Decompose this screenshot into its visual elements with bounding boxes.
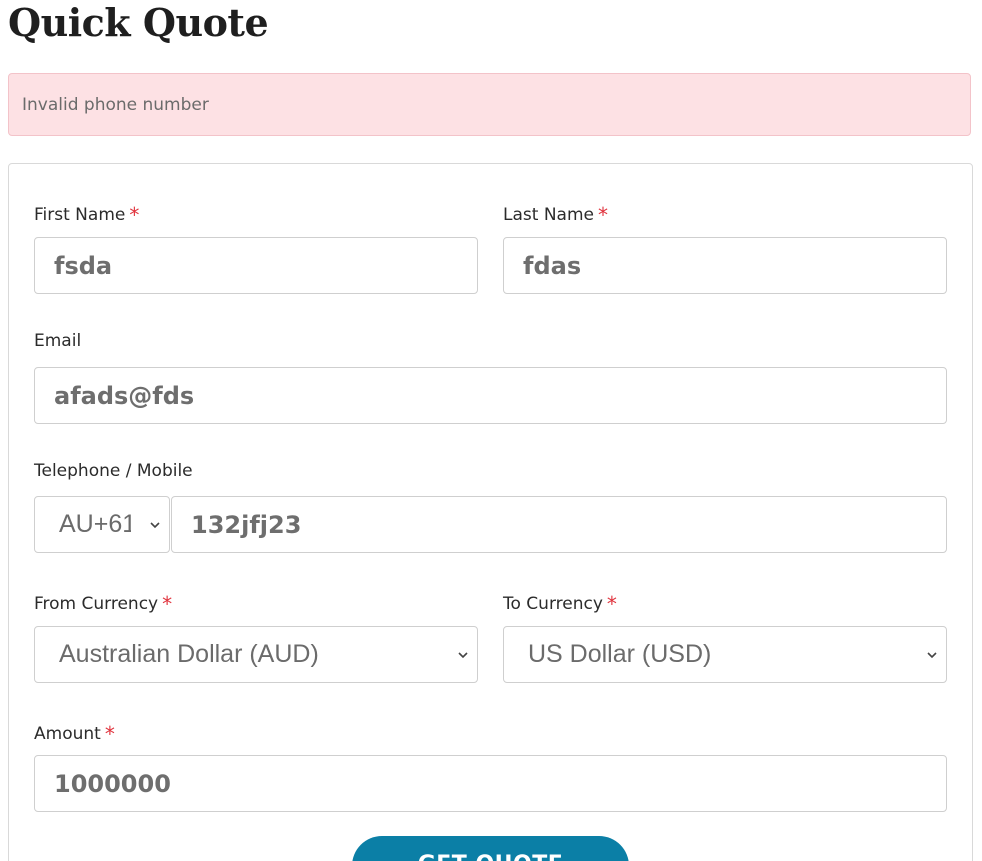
email-label-text: Email bbox=[34, 331, 82, 351]
first-name-value: fsda bbox=[54, 251, 113, 280]
first-name-label: First Name * bbox=[34, 201, 140, 227]
phone-value: 132jfj23 bbox=[191, 510, 302, 539]
amount-label: Amount * bbox=[34, 720, 115, 746]
email-value: afads@fds bbox=[54, 381, 195, 410]
from-currency-label-text: From Currency bbox=[34, 594, 159, 614]
last-name-value: fdas bbox=[523, 251, 582, 280]
required-mark: * bbox=[162, 592, 173, 616]
telephone-label: Telephone / Mobile bbox=[34, 461, 193, 481]
chevron-down-icon bbox=[458, 651, 468, 658]
required-mark: * bbox=[129, 203, 140, 227]
page-title: Quick Quote bbox=[8, 0, 269, 45]
telephone-label-text: Telephone / Mobile bbox=[34, 461, 193, 481]
to-currency-value: US Dollar (USD) bbox=[528, 640, 712, 668]
country-code-select[interactable]: AU+61 bbox=[34, 496, 170, 553]
to-currency-label-text: To Currency bbox=[503, 594, 603, 614]
from-currency-value: Australian Dollar (AUD) bbox=[59, 640, 319, 668]
last-name-input[interactable]: fdas bbox=[503, 237, 947, 294]
from-currency-select[interactable]: Australian Dollar (AUD) bbox=[34, 626, 478, 683]
last-name-label: Last Name * bbox=[503, 201, 608, 227]
email-label: Email bbox=[34, 331, 81, 351]
error-message: Invalid phone number bbox=[22, 94, 209, 115]
email-input[interactable]: afads@fds bbox=[34, 367, 947, 424]
required-mark: * bbox=[104, 722, 115, 746]
get-quote-button[interactable]: GET QUOTE bbox=[352, 836, 629, 861]
chevron-down-icon bbox=[927, 651, 937, 658]
required-mark: * bbox=[606, 592, 617, 616]
country-code-value: AU+61 bbox=[59, 510, 131, 538]
chevron-down-icon bbox=[150, 521, 160, 528]
first-name-input[interactable]: fsda bbox=[34, 237, 478, 294]
phone-input[interactable]: 132jfj23 bbox=[171, 496, 947, 553]
amount-input[interactable]: 1000000 bbox=[34, 755, 947, 812]
get-quote-button-label: GET QUOTE bbox=[418, 852, 564, 861]
last-name-label-text: Last Name bbox=[503, 205, 594, 225]
to-currency-label: To Currency * bbox=[503, 590, 617, 616]
to-currency-select[interactable]: US Dollar (USD) bbox=[503, 626, 947, 683]
required-mark: * bbox=[597, 203, 608, 227]
amount-label-text: Amount bbox=[34, 724, 101, 744]
amount-value: 1000000 bbox=[54, 769, 171, 798]
error-alert: Invalid phone number bbox=[8, 73, 971, 136]
first-name-label-text: First Name bbox=[34, 205, 126, 225]
from-currency-label: From Currency * bbox=[34, 590, 173, 616]
